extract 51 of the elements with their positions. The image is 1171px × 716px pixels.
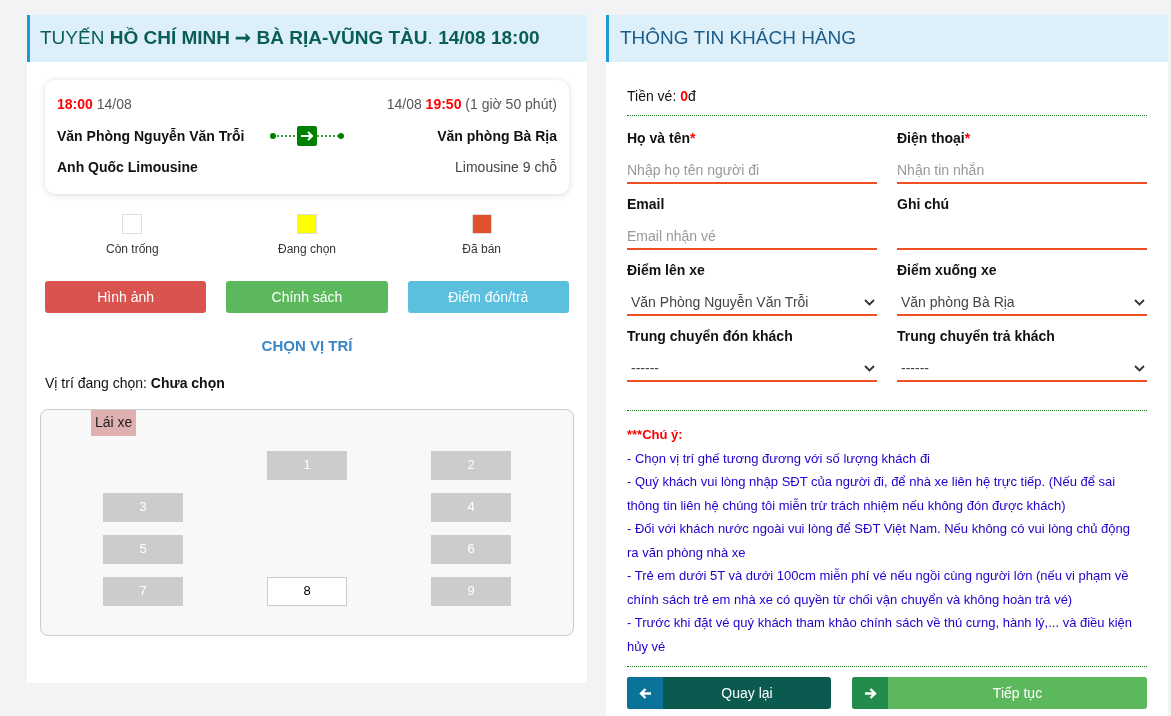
arrival-time: 14/08 19:50 (1 giờ 50 phút) (386, 95, 557, 114)
arrow-left-icon (638, 686, 652, 700)
selection-value: Chưa chọn (150, 374, 225, 391)
field-label: Trung chuyển trả khách (897, 327, 1056, 346)
field-label: Ghi chú (897, 195, 951, 214)
notice-text: - Chọn vị trí ghế tương đương với số lượng khách đi (627, 449, 931, 468)
driver-label: Lái xe (91, 409, 137, 436)
operator-name: Anh Quốc Limousine (57, 158, 198, 177)
input-field[interactable]: Nhập họ tên người đi (627, 158, 877, 184)
legend-label: Đang chọn (277, 241, 336, 258)
input-field[interactable]: Email nhận vé (627, 224, 877, 250)
notice-text: - Đối với khách nước ngoài vui lòng để SĐT Việt Nam. Nếu không có vui lòng chủ động ra văn phòng nhà xe (627, 520, 1131, 562)
seat[interactable]: 8 (267, 576, 347, 606)
panel-title: THÔNG TIN KHÁCH HÀNG (606, 15, 1168, 62)
action-button[interactable]: Chính sách (226, 281, 388, 313)
price-label: Tiền vé: (627, 88, 677, 104)
destination-station: Văn phòng Bà Rịa (436, 126, 557, 146)
route-arrow-icon (270, 125, 344, 147)
field-label: Họ và tên* (627, 129, 697, 148)
notice-title: ***Chú ý: (627, 426, 684, 444)
action-button[interactable]: Điểm đón/trả (407, 281, 569, 313)
chevron-down-icon (1134, 298, 1145, 306)
chevron-down-icon (1134, 364, 1145, 372)
next-button[interactable]: Tiếp tục (852, 677, 1147, 709)
notice-text: - Trước khi đặt vé quý khách tham khảo chính sách về thú cưng, hành lý,... và điều kiện hủy vé (627, 614, 1133, 656)
back-button[interactable]: Quay lại (627, 677, 831, 709)
input-field[interactable]: Nhận tin nhắn (897, 158, 1147, 184)
select-field[interactable]: ------ (627, 356, 877, 382)
notice-text: - Trẻ em dưới 5T và dưới 100cm miễn phí vé nếu ngồi cùng người lớn (nếu vi phạm về chính sách trẻ em nhà xe có quyền từ chối vận chuyển và không hoàn trả vé) (627, 567, 1130, 609)
departure-time: 18:00 14/08 (57, 95, 132, 114)
origin-station: Văn Phòng Nguyễn Văn Trỗi (57, 126, 246, 146)
vehicle-type: Limousine 9 chỗ (455, 158, 557, 177)
field-label: Điểm xuống xe (897, 261, 998, 280)
panel-title-text: TUYẾN HỒ CHÍ MINH ➞ BÀ RỊA-VŨNG TÀU. 14/08 18:00 (40, 26, 540, 51)
price-value: 0đ (680, 88, 696, 104)
field-label: Trung chuyển đón khách (627, 327, 794, 346)
select-field[interactable]: Văn Phòng Nguyễn Văn Trỗi (627, 290, 877, 316)
notice-text: - Quý khách vui lòng nhập SĐT của người đi, để nhà xe liên hệ trực tiếp. (Nếu để sai thông tin liên hệ chúng tôi miễn trừ trách nhiệm nếu không đón được khách) (627, 473, 1117, 515)
field-label: Điểm lên xe (627, 261, 706, 280)
legend-label: Đã bán (462, 241, 501, 258)
legend-label: Còn trống (105, 241, 159, 258)
action-button[interactable]: Hình ảnh (45, 281, 207, 313)
field-label: Email (627, 195, 666, 214)
chevron-down-icon (864, 364, 875, 372)
section-heading: CHỌN VỊ TRÍ (260, 336, 354, 356)
field-label: Điện thoại* (897, 129, 972, 148)
select-field[interactable]: ------ (897, 356, 1147, 382)
selection-label: Vị trí đang chọn: (45, 374, 147, 391)
arrow-right-icon (863, 686, 877, 700)
chevron-down-icon (864, 298, 875, 306)
select-field[interactable]: Văn phòng Bà Rịa (897, 290, 1147, 316)
